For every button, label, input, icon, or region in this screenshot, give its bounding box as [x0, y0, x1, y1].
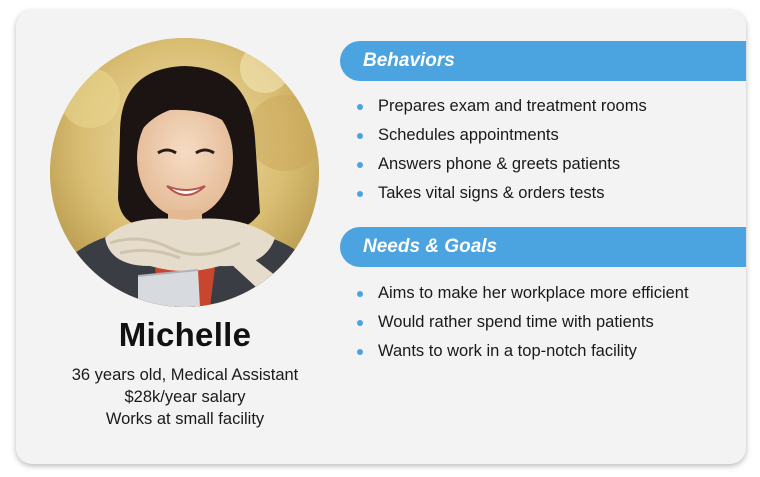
goal-text: Would rather spend time with patients	[378, 313, 654, 331]
bullet-icon	[357, 291, 363, 297]
persona-age-role: 36 years old, Medical Assistant	[71, 366, 299, 384]
behavior-text: Takes vital signs & orders tests	[378, 184, 605, 202]
behaviors-header: Behaviors	[340, 41, 746, 81]
needs-goals-header: Needs & Goals	[340, 227, 746, 267]
behavior-text: Answers phone & greets patients	[378, 155, 621, 173]
bullet-icon	[357, 162, 363, 168]
list-item: Aims to make her workplace more efficien…	[356, 279, 689, 308]
list-item: Wants to work in a top-notch facility	[356, 337, 689, 366]
list-item: Takes vital signs & orders tests	[356, 179, 647, 208]
bullet-icon	[357, 104, 363, 110]
bullet-icon	[357, 349, 363, 355]
bullet-icon	[357, 133, 363, 139]
persona-name: Michelle	[118, 316, 252, 353]
persona-photo	[50, 38, 319, 307]
list-item: Prepares exam and treatment rooms	[356, 92, 647, 121]
behaviors-list: Prepares exam and treatment rooms Schedu…	[356, 92, 647, 208]
persona-workplace: Works at small facility	[105, 410, 265, 428]
bullet-icon	[357, 320, 363, 326]
list-item: Answers phone & greets patients	[356, 150, 647, 179]
behavior-text: Schedules appointments	[378, 126, 559, 144]
persona-card: Michelle 36 years old, Medical Assistant…	[16, 10, 746, 464]
goal-text: Aims to make her workplace more efficien…	[378, 284, 689, 302]
list-item: Would rather spend time with patients	[356, 308, 689, 337]
behavior-text: Prepares exam and treatment rooms	[378, 97, 647, 115]
persona-details: 36 years old, Medical Assistant $28k/yea…	[16, 364, 354, 430]
needs-goals-list: Aims to make her workplace more efficien…	[356, 279, 689, 366]
goal-text: Wants to work in a top-notch facility	[378, 342, 637, 360]
list-item: Schedules appointments	[356, 121, 647, 150]
bullet-icon	[357, 191, 363, 197]
persona-salary: $28k/year salary	[124, 388, 246, 406]
